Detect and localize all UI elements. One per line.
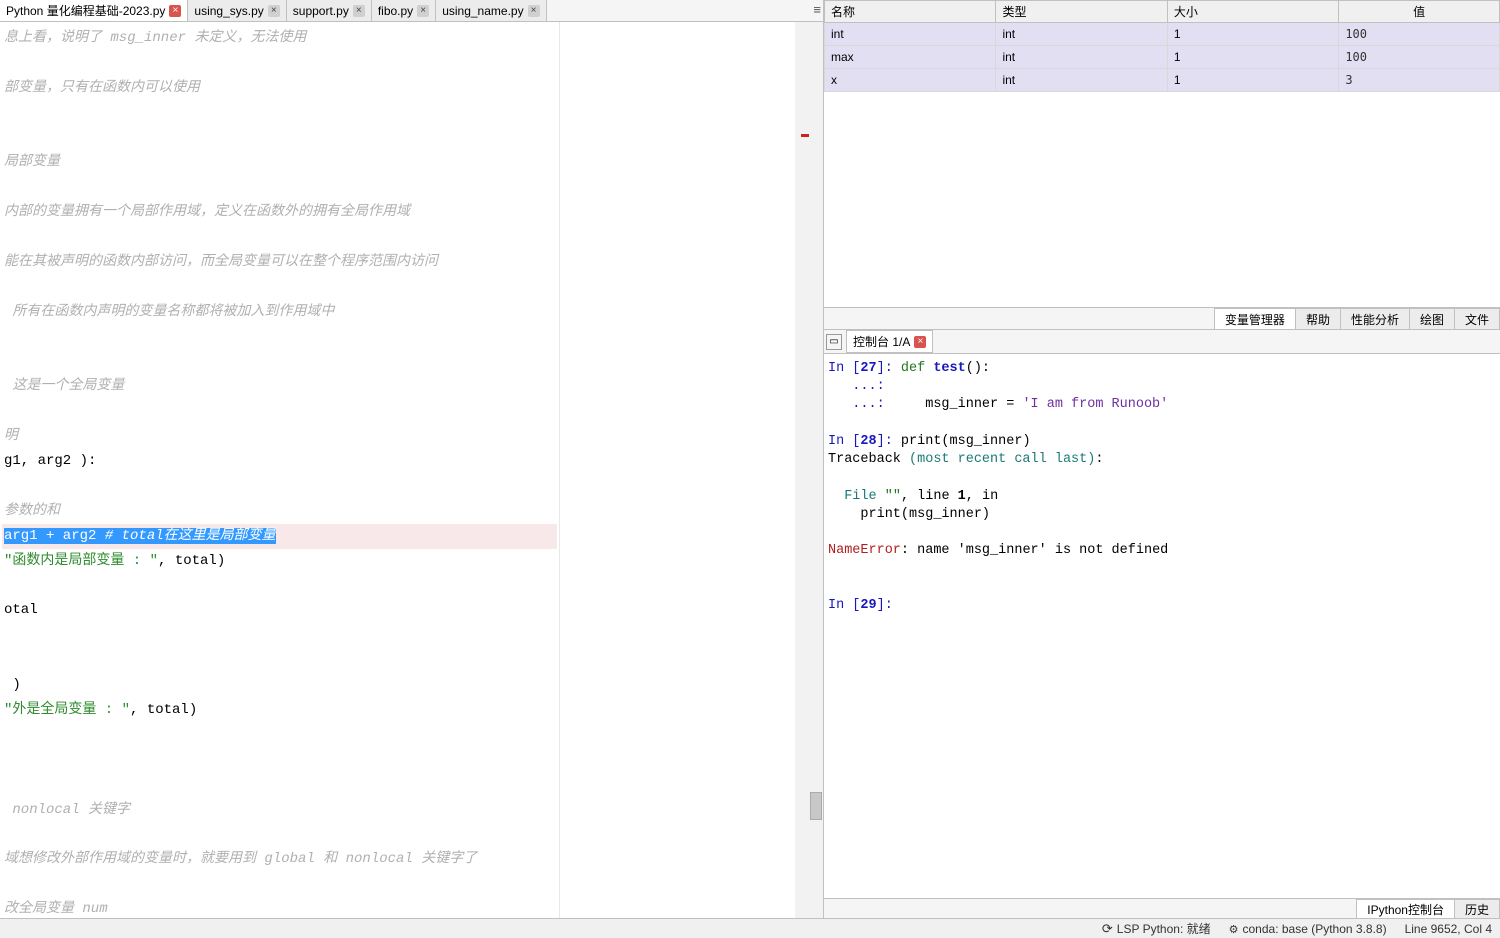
code-line — [2, 648, 557, 673]
code-line — [2, 350, 557, 375]
close-icon[interactable]: × — [268, 5, 280, 17]
tab-label: using_name.py — [442, 4, 523, 18]
code-line: "外是全局变量 : ", total) — [2, 698, 557, 723]
editor-tab[interactable]: fibo.py × — [372, 0, 436, 21]
code-line — [2, 275, 557, 300]
code-line: 内部的变量拥有一个局部作用域，定义在函数外的拥有全局作用域 — [2, 200, 557, 225]
right-panel-tabs: 变量管理器帮助性能分析绘图文件 — [824, 307, 1500, 329]
status-bar: LSP Python: 就绪 conda: base (Python 3.8.8… — [0, 918, 1500, 938]
code-line — [2, 101, 557, 126]
code-line: 息上看，说明了 msg_inner 未定义，无法使用 — [2, 26, 557, 51]
code-line — [2, 723, 557, 748]
code-line: 这是一个全局变量 — [2, 374, 557, 399]
right-panel-tab[interactable]: 帮助 — [1295, 308, 1341, 329]
close-icon[interactable]: × — [353, 5, 365, 17]
var-col-value[interactable]: 值 — [1339, 1, 1500, 23]
gear-icon — [1229, 922, 1239, 936]
editor-panel: Python 量化编程基础-2023.py×using_sys.py×suppo… — [0, 0, 824, 918]
variable-row[interactable]: maxint1100 — [825, 46, 1500, 69]
console-bottom-tab[interactable]: IPython控制台 — [1356, 899, 1455, 918]
code-line — [2, 399, 557, 424]
code-line: arg1 + arg2 # total在这里是局部变量 — [2, 524, 557, 549]
editor-scrollbar[interactable] — [809, 22, 823, 918]
close-icon[interactable]: × — [169, 5, 181, 17]
reload-icon — [1102, 921, 1113, 937]
code-line — [2, 126, 557, 151]
console-new-icon[interactable]: ▭ — [826, 334, 842, 350]
code-line — [2, 325, 557, 350]
tab-label: using_sys.py — [194, 4, 263, 18]
code-line: g1, arg2 ): — [2, 449, 557, 474]
status-position[interactable]: Line 9652, Col 4 — [1405, 922, 1492, 936]
editor-tab[interactable]: using_sys.py × — [188, 0, 286, 21]
console-bottom-tabs: IPython控制台历史 — [824, 898, 1500, 918]
code-line: 参数的和 — [2, 499, 557, 524]
console-tab[interactable]: 控制台 1/A × — [846, 330, 933, 353]
code-line: "函数内是局部变量 : ", total) — [2, 549, 557, 574]
code-line: 部变量，只有在函数内可以使用 — [2, 76, 557, 101]
editor-tab[interactable]: using_name.py × — [436, 0, 546, 21]
scroll-thumb[interactable] — [810, 792, 822, 820]
marker-strip — [795, 22, 809, 918]
variable-table[interactable]: 名称 类型 大小 值 intint1100maxint1100xint13 — [824, 0, 1500, 92]
code-line — [2, 623, 557, 648]
code-line — [2, 574, 557, 599]
code-line: 所有在函数内声明的变量名称都将被加入到作用域中 — [2, 300, 557, 325]
error-marker[interactable] — [801, 134, 809, 137]
code-editor[interactable]: 息上看，说明了 msg_inner 未定义，无法使用部变量，只有在函数内可以使用… — [0, 22, 823, 918]
code-line — [2, 748, 557, 773]
code-line: otal — [2, 598, 557, 623]
console-bottom-tab[interactable]: 历史 — [1454, 899, 1500, 918]
code-line — [2, 51, 557, 76]
var-col-type[interactable]: 类型 — [996, 1, 1167, 23]
editor-tab[interactable]: support.py × — [287, 0, 372, 21]
code-line: 域想修改外部作用域的变量时，就要用到 global 和 nonlocal 关键字… — [2, 847, 557, 872]
status-conda[interactable]: conda: base (Python 3.8.8) — [1229, 922, 1387, 936]
code-line — [2, 773, 557, 798]
console-panel: ▭ 控制台 1/A × In [27]: def test(): ...: ..… — [824, 330, 1500, 918]
console-tabs-bar: ▭ 控制台 1/A × — [824, 330, 1500, 354]
close-icon[interactable]: × — [528, 5, 540, 17]
right-panel-tab[interactable]: 性能分析 — [1340, 308, 1410, 329]
variable-row[interactable]: intint1100 — [825, 23, 1500, 46]
right-panel-tab[interactable]: 绘图 — [1409, 308, 1455, 329]
code-line: 局部变量 — [2, 150, 557, 175]
console-tab-label: 控制台 1/A — [853, 333, 910, 350]
tab-label: Python 量化编程基础-2023.py — [6, 2, 165, 19]
console-tab-close-icon[interactable]: × — [914, 336, 926, 348]
code-line: 能在其被声明的函数内部访问，而全局变量可以在整个程序范围内访问 — [2, 250, 557, 275]
var-col-name[interactable]: 名称 — [825, 1, 996, 23]
var-col-size[interactable]: 大小 — [1167, 1, 1338, 23]
status-lsp[interactable]: LSP Python: 就绪 — [1102, 920, 1211, 937]
code-line — [2, 823, 557, 848]
code-line — [2, 872, 557, 897]
editor-tabs-bar: Python 量化编程基础-2023.py×using_sys.py×suppo… — [0, 0, 823, 22]
code-line: 明 — [2, 424, 557, 449]
variable-explorer-panel: 名称 类型 大小 值 intint1100maxint1100xint13 变量… — [824, 0, 1500, 330]
code-line — [2, 474, 557, 499]
tab-label: support.py — [293, 4, 349, 18]
right-panel: 名称 类型 大小 值 intint1100maxint1100xint13 变量… — [824, 0, 1500, 918]
tab-label: fibo.py — [378, 4, 413, 18]
code-line: nonlocal 关键字 — [2, 798, 557, 823]
editor-tab[interactable]: Python 量化编程基础-2023.py × — [0, 0, 188, 21]
close-icon[interactable]: × — [417, 5, 429, 17]
code-line — [2, 225, 557, 250]
variable-row[interactable]: xint13 — [825, 69, 1500, 92]
right-panel-tab[interactable]: 文件 — [1454, 308, 1500, 329]
code-line — [2, 175, 557, 200]
right-panel-tab[interactable]: 变量管理器 — [1214, 308, 1296, 329]
code-line: ) — [2, 673, 557, 698]
console-output[interactable]: In [27]: def test(): ...: ...: msg_inner… — [824, 354, 1500, 898]
tab-overflow-icon[interactable]: ≡ — [813, 2, 821, 17]
code-line: 改全局变量 num — [2, 897, 557, 918]
